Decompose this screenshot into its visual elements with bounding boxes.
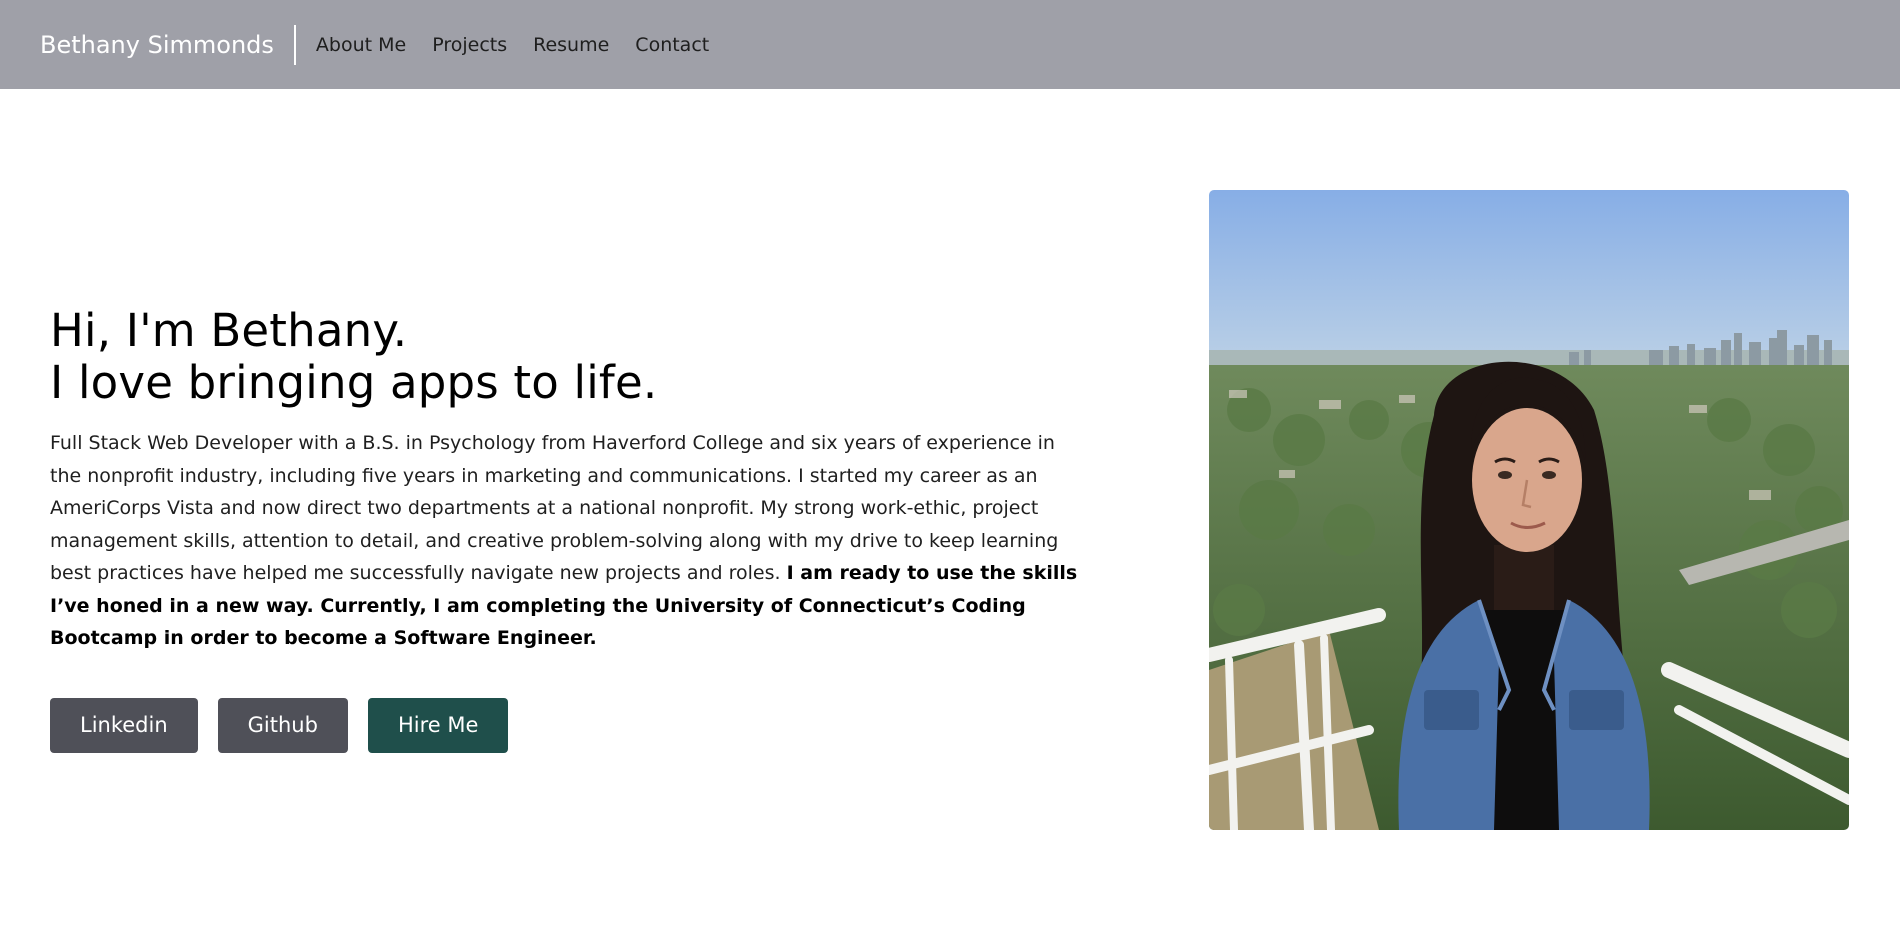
profile-photo bbox=[1209, 190, 1849, 830]
bio-paragraph: Full Stack Web Developer with a B.S. in … bbox=[50, 427, 1090, 655]
github-button[interactable]: Github bbox=[217, 697, 348, 753]
nav-link-about-me[interactable]: About Me bbox=[316, 34, 406, 56]
nav-link-resume[interactable]: Resume bbox=[533, 34, 609, 56]
nav-link-contact[interactable]: Contact bbox=[635, 34, 709, 56]
brand-link[interactable]: Bethany Simmonds bbox=[40, 24, 296, 65]
nav-link-projects[interactable]: Projects bbox=[432, 34, 507, 56]
linkedin-button[interactable]: Linkedin bbox=[50, 697, 198, 753]
profile-photo-image bbox=[1209, 190, 1849, 830]
hero-heading: Hi, I'm Bethany. I love bringing apps to… bbox=[50, 305, 1090, 409]
hire-me-button[interactable]: Hire Me bbox=[367, 697, 509, 753]
hero-section: Hi, I'm Bethany. I love bringing apps to… bbox=[50, 305, 1090, 753]
nav-links: About Me Projects Resume Contact bbox=[316, 34, 709, 56]
navbar: Bethany Simmonds About Me Projects Resum… bbox=[0, 0, 1900, 89]
hero-heading-line1: Hi, I'm Bethany. bbox=[50, 304, 408, 357]
hero-heading-line2: I love bringing apps to life. bbox=[50, 356, 658, 409]
button-group: Linkedin Github Hire Me bbox=[50, 697, 1090, 753]
